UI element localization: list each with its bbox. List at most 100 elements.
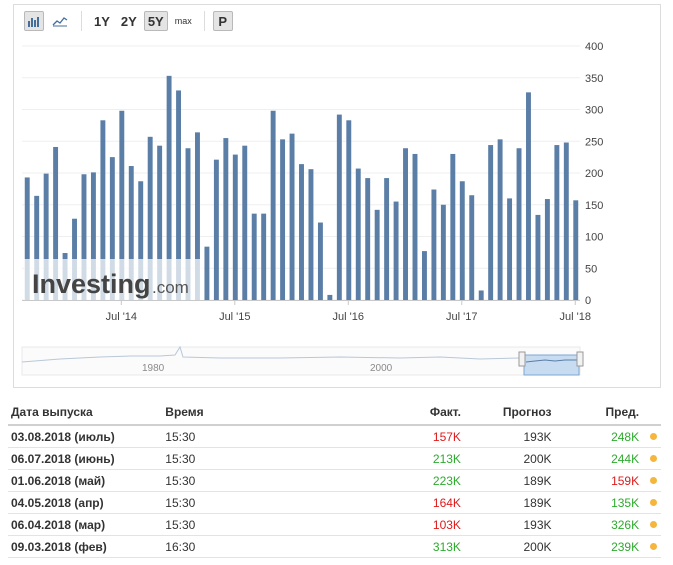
row-forecast: 189K (523, 495, 552, 510)
y-tick-label: 300 (585, 105, 603, 117)
table-row: 03.08.2018 (июль) 15:30 157K 193K 248K (8, 426, 661, 448)
bar[interactable] (365, 178, 371, 300)
bar[interactable] (544, 199, 550, 300)
bar[interactable] (213, 159, 219, 300)
bar[interactable] (563, 142, 569, 300)
y-tick-label: 50 (585, 263, 597, 275)
bar[interactable] (507, 198, 513, 300)
y-tick-label: 0 (585, 295, 591, 307)
bar[interactable] (573, 200, 579, 300)
row-time: 15:30 (165, 429, 196, 444)
header-actual[interactable]: Факт. (339, 405, 461, 419)
bar[interactable] (440, 204, 446, 300)
row-date: 03.08.2018 (июль) (11, 429, 115, 444)
row-actual: 213K (432, 451, 461, 466)
bar[interactable] (526, 92, 531, 300)
bar[interactable] (204, 246, 210, 300)
navigator-right-handle[interactable] (576, 351, 584, 367)
table-row: 06.07.2018 (июнь) 15:30 213K 200K 244K (8, 448, 661, 470)
bar[interactable] (280, 139, 286, 300)
row-forecast: 200K (523, 539, 552, 554)
importance-dot-icon (649, 477, 657, 484)
navigator-selection[interactable] (523, 354, 580, 376)
bar[interactable] (478, 290, 484, 300)
bar[interactable] (488, 145, 494, 300)
row-actual: 157K (432, 429, 461, 444)
bar[interactable] (497, 139, 503, 300)
x-tick-label: Jul '16 (333, 311, 364, 323)
header-date[interactable]: Дата выпуска (8, 405, 165, 419)
bar[interactable] (346, 120, 352, 300)
bar[interactable] (535, 214, 541, 300)
bar[interactable] (308, 169, 314, 300)
history-table: Дата выпуска Время Факт. Прогноз Пред. 0… (8, 400, 661, 558)
bar[interactable] (261, 213, 267, 300)
y-tick-label: 250 (585, 136, 603, 148)
importance-dot-icon (649, 499, 657, 506)
navigator-left-handle[interactable] (518, 351, 526, 367)
row-date: 04.05.2018 (апр) (11, 495, 104, 510)
y-tick-label: 350 (585, 73, 603, 85)
bar[interactable] (393, 201, 399, 300)
header-time[interactable]: Время (165, 405, 339, 419)
navigator-label-1980: 1980 (142, 363, 165, 374)
row-previous: 135K (611, 495, 640, 510)
row-actual: 313K (432, 539, 461, 554)
row-forecast: 193K (523, 429, 552, 444)
row-time: 16:30 (165, 539, 196, 554)
navigator[interactable]: 1980 2000 (21, 345, 584, 376)
bar[interactable] (317, 222, 323, 300)
row-time: 15:30 (165, 451, 196, 466)
importance-dot-icon (649, 433, 657, 440)
bar[interactable] (299, 164, 304, 300)
bar[interactable] (403, 148, 408, 300)
y-tick-label: 150 (585, 200, 603, 212)
importance-dot-icon (649, 521, 657, 528)
bar-chart: Investing .com 050100150200250300350400 … (21, 41, 603, 376)
navigator-label-2000: 2000 (370, 363, 393, 374)
row-time: 15:30 (165, 495, 196, 510)
row-date: 01.06.2018 (май) (11, 473, 106, 488)
row-date: 06.04.2018 (мар) (11, 517, 106, 532)
x-tick-label: Jul '18 (560, 311, 591, 323)
bar[interactable] (374, 209, 380, 300)
navigator-track (21, 346, 581, 376)
header-previous[interactable]: Пред. (552, 405, 640, 419)
bar[interactable] (421, 251, 427, 300)
bar[interactable] (251, 213, 257, 300)
bar[interactable] (223, 138, 229, 300)
bar[interactable] (242, 145, 248, 300)
bar[interactable] (232, 154, 238, 300)
bar[interactable] (336, 114, 342, 300)
bar[interactable] (554, 145, 560, 300)
table-row: 06.04.2018 (мар) 15:30 103K 193K 326K (8, 514, 661, 536)
row-actual: 103K (432, 517, 461, 532)
table-row: 09.03.2018 (фев) 16:30 313K 200K 239K (8, 536, 661, 558)
table-row: 04.05.2018 (апр) 15:30 164K 189K 135K (8, 492, 661, 514)
bar[interactable] (469, 195, 475, 300)
bar[interactable] (289, 133, 295, 300)
watermark-brand: Investing (32, 269, 151, 299)
x-tick-label: Jul '15 (219, 311, 250, 323)
y-tick-label: 100 (585, 232, 603, 244)
bar[interactable] (431, 189, 437, 300)
importance-dot-icon (649, 543, 657, 550)
x-tick-label: Jul '14 (106, 311, 137, 323)
bar[interactable] (270, 110, 276, 301)
bar[interactable] (516, 148, 522, 300)
row-time: 15:30 (165, 473, 196, 488)
bar[interactable] (450, 153, 456, 300)
row-forecast: 189K (523, 473, 552, 488)
bar[interactable] (412, 153, 418, 300)
importance-dot-icon (649, 455, 657, 462)
bar[interactable] (384, 178, 390, 300)
row-forecast: 193K (523, 517, 552, 532)
bar[interactable] (327, 294, 333, 300)
bar[interactable] (355, 168, 361, 300)
row-date: 06.07.2018 (июнь) (11, 451, 115, 466)
y-tick-label: 400 (585, 41, 603, 53)
row-date: 09.03.2018 (фев) (11, 539, 107, 554)
header-forecast[interactable]: Прогноз (461, 405, 552, 419)
bar[interactable] (459, 181, 465, 300)
investing-watermark: Investing .com (24, 259, 204, 300)
